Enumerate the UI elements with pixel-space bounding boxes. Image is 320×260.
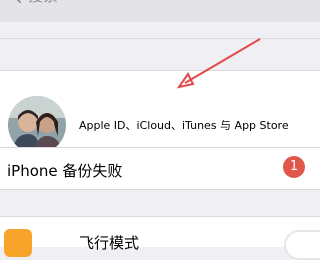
search-placeholder: 搜索 <box>28 0 58 6</box>
apple-id-row[interactable]: Apple ID、iCloud、iTunes 与 App Store <box>0 70 320 154</box>
search-icon <box>16 0 21 3</box>
airplane-mode-toggle[interactable] <box>284 230 320 260</box>
airplane-mode-row[interactable]: 飞行模式 <box>0 216 320 260</box>
search-area: 搜索 <box>0 0 320 39</box>
airplane-mode-label: 飞行模式 <box>79 234 140 252</box>
search-input[interactable]: 搜索 <box>0 0 320 22</box>
profile-subtitle: Apple ID、iCloud、iTunes 与 App Store <box>79 119 289 132</box>
notification-badge: 1 <box>283 156 305 178</box>
annotation-arrow <box>176 38 261 89</box>
backup-failed-row[interactable]: iPhone 备份失败 1 <box>0 147 320 190</box>
airplane-icon <box>4 229 32 257</box>
avatar <box>8 96 66 154</box>
backup-failed-label: iPhone 备份失败 <box>7 162 123 180</box>
